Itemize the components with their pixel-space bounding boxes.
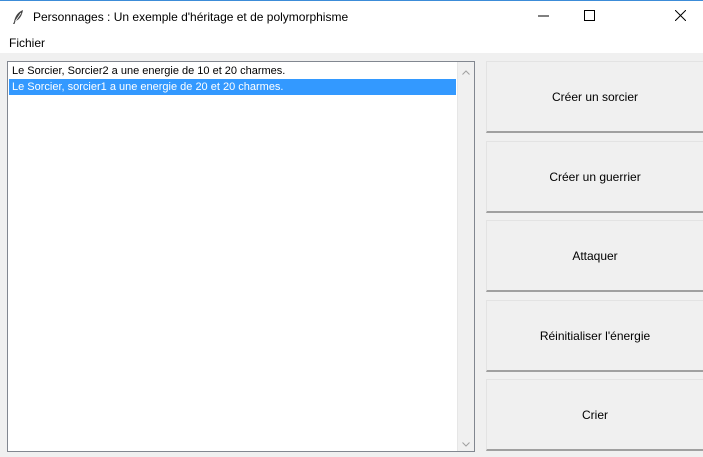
list-items: Le Sorcier, Sorcier2 a une energie de 10… (9, 63, 456, 95)
vertical-scrollbar[interactable] (457, 62, 474, 451)
window-title: Personnages : Un exemple d'héritage et d… (33, 10, 349, 24)
shout-button[interactable]: Crier (486, 379, 703, 451)
menu-bar: Fichier (0, 33, 703, 53)
scroll-down-button[interactable] (458, 434, 474, 451)
reset-energy-label: Réinitialiser l'énergie (539, 328, 651, 343)
maximize-icon (583, 8, 595, 26)
reset-energy-button[interactable]: Réinitialiser l'énergie (486, 300, 703, 372)
list-item[interactable]: Le Sorcier, Sorcier2 a une energie de 10… (9, 63, 456, 79)
character-listbox[interactable]: Le Sorcier, Sorcier2 a une energie de 10… (7, 61, 475, 452)
attack-button[interactable]: Attaquer (486, 220, 703, 292)
create-sorcerer-button[interactable]: Créer un sorcier (486, 61, 703, 133)
create-warrior-label: Créer un guerrier (549, 169, 641, 184)
close-button[interactable] (657, 1, 703, 33)
minimize-icon (537, 8, 549, 26)
maximize-button[interactable] (566, 1, 612, 33)
minimize-button[interactable] (520, 1, 566, 33)
attack-label: Attaquer (572, 248, 618, 263)
title-bar: Personnages : Un exemple d'héritage et d… (0, 0, 703, 33)
create-sorcerer-label: Créer un sorcier (551, 89, 639, 104)
chevron-down-icon (462, 434, 470, 452)
chevron-up-icon (462, 62, 470, 80)
list-item-selected[interactable]: Le Sorcier, sorcier1 a une energie de 20… (9, 79, 456, 95)
create-warrior-button[interactable]: Créer un guerrier (486, 141, 703, 213)
menu-fichier[interactable]: Fichier (9, 36, 45, 50)
feather-icon (11, 9, 25, 25)
close-icon (674, 8, 686, 26)
scroll-up-button[interactable] (458, 62, 474, 79)
shout-label: Crier (582, 407, 608, 422)
